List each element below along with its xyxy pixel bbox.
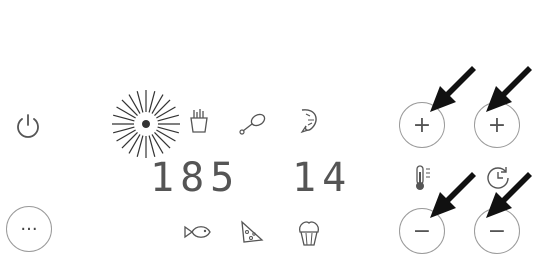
fries-icon [190, 109, 208, 133]
arrow-icon [430, 66, 476, 112]
arrow-icon [486, 66, 532, 112]
preset-drumstick[interactable] [238, 112, 268, 136]
active-preset-indicator [108, 86, 184, 162]
arrow-pointer-time-up [484, 66, 538, 122]
arrow-icon [430, 172, 476, 218]
light-burst-icon [112, 90, 180, 158]
power-button[interactable] [14, 112, 42, 140]
temperature-display: 185 [150, 155, 241, 201]
pizza-icon [241, 220, 264, 243]
preset-pizza[interactable] [238, 218, 266, 246]
more-label: ··· [20, 218, 38, 240]
cupcake-icon [299, 221, 319, 246]
preset-cupcake[interactable] [296, 218, 322, 248]
power-icon [17, 114, 39, 138]
arrow-pointer-time-down [484, 172, 538, 228]
preset-shrimp[interactable] [296, 106, 324, 138]
preset-fish[interactable] [182, 222, 214, 242]
arrow-pointer-temp-up [428, 66, 482, 122]
time-display: 14 [292, 155, 353, 201]
fish-icon [184, 225, 211, 239]
drumstick-icon [239, 113, 266, 135]
preset-fries[interactable] [188, 108, 210, 134]
arrow-icon [486, 172, 532, 218]
more-button[interactable]: ··· [6, 206, 52, 252]
shrimp-icon [300, 109, 317, 134]
arrow-pointer-temp-down [428, 172, 482, 228]
